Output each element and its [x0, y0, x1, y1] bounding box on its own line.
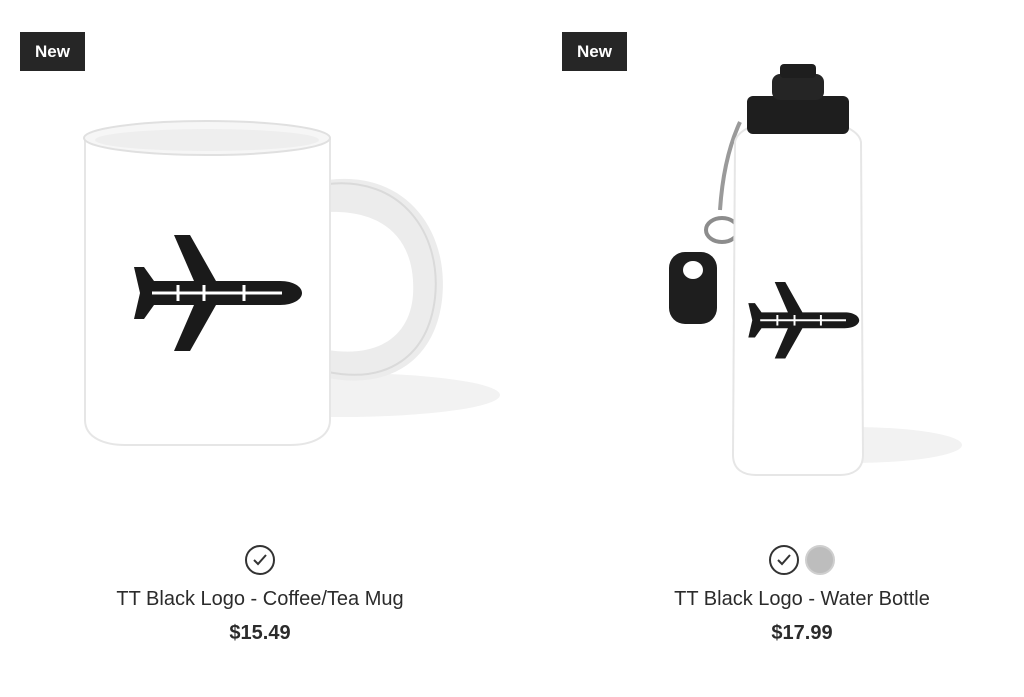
color-swatches	[552, 545, 1024, 579]
color-swatches	[10, 545, 510, 579]
product-title[interactable]: TT Black Logo - Water Bottle	[552, 588, 1024, 611]
mug-illustration	[83, 120, 500, 446]
color-swatch-silver[interactable]	[805, 545, 835, 575]
checkmark-icon	[777, 554, 791, 566]
product-card-mug[interactable]: New TT Black Logo - Coffee/Tea Mug $15.4…	[10, 0, 510, 697]
product-card-water-bottle[interactable]: New TT Black Logo - Water Bottle $17.99	[552, 0, 1024, 697]
water-bottle-illustration	[669, 64, 962, 476]
product-image-water-bottle[interactable]	[552, 60, 1024, 500]
product-title[interactable]: TT Black Logo - Coffee/Tea Mug	[10, 588, 510, 611]
color-swatch-white[interactable]	[245, 545, 275, 575]
product-grid: New TT Black Logo - Coffee/Tea Mug $15.4…	[0, 0, 1024, 697]
checkmark-icon	[253, 554, 267, 566]
product-price: $15.49	[229, 622, 291, 644]
color-swatch-white[interactable]	[769, 545, 799, 575]
product-price: $17.99	[771, 622, 833, 644]
product-image-mug[interactable]	[10, 60, 510, 500]
